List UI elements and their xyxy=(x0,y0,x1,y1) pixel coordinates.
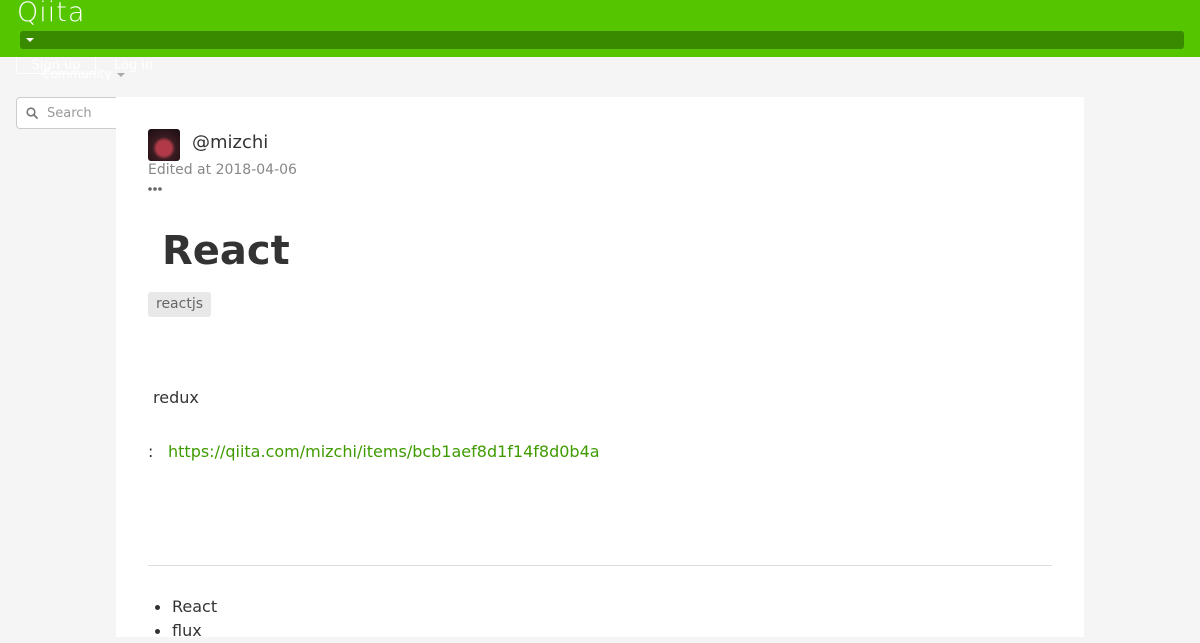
search-icon xyxy=(26,107,38,119)
list-item: flux xyxy=(148,619,217,643)
article-card: @mizchi Edited at 2018-04-06 React react… xyxy=(116,97,1084,640)
login-link[interactable]: Log in xyxy=(114,58,153,74)
author-link[interactable]: @mizchi xyxy=(192,132,268,153)
link-prefix: : xyxy=(148,442,154,461)
related-article-link[interactable]: https://qiita.com/mizchi/items/bcb1aef8d… xyxy=(168,442,600,461)
community-menu[interactable]: Community xyxy=(42,67,111,81)
divider xyxy=(148,565,1052,566)
more-icon[interactable] xyxy=(147,185,163,193)
toc-list: React flux xyxy=(148,595,217,643)
qiita-logo[interactable]: Qiita xyxy=(17,0,85,28)
edited-date: Edited at 2018-04-06 xyxy=(148,162,297,178)
tag-reactjs[interactable]: reactjs xyxy=(148,292,212,317)
nav-strip[interactable] xyxy=(20,31,1184,49)
header-bar: Qiita xyxy=(0,0,1200,57)
article-title: React xyxy=(162,228,290,274)
chevron-down-icon[interactable] xyxy=(117,73,125,77)
list-item: React xyxy=(148,595,217,619)
avatar[interactable] xyxy=(148,129,180,161)
body-text: redux xyxy=(153,388,199,407)
chevron-down-icon[interactable] xyxy=(26,38,34,42)
